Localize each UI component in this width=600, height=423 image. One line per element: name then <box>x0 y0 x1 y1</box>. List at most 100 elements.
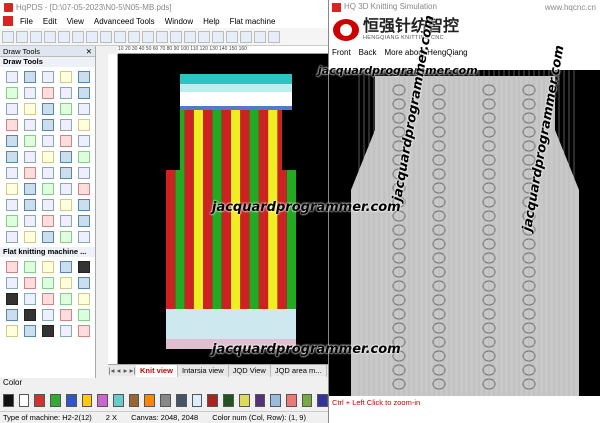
tool-icon[interactable] <box>78 183 90 195</box>
tool-icon[interactable] <box>78 71 90 83</box>
tool-icon[interactable] <box>24 151 36 163</box>
tab-first-icon[interactable]: |◂ <box>108 366 115 375</box>
tool-icon[interactable] <box>60 293 72 305</box>
toolbar-button-icon[interactable] <box>156 30 168 43</box>
color-swatch[interactable] <box>207 393 219 407</box>
tool-icon[interactable] <box>42 119 54 131</box>
tool-icon[interactable] <box>42 151 54 163</box>
tool-icon[interactable] <box>60 215 72 227</box>
tab-intarsia-view[interactable]: Intarsia view <box>178 364 229 377</box>
tool-icon[interactable] <box>24 119 36 131</box>
toolbar-button-icon[interactable] <box>2 30 14 43</box>
tool-icon[interactable] <box>24 87 36 99</box>
menu-help[interactable]: Help <box>198 17 224 26</box>
color-swatch[interactable] <box>50 393 61 407</box>
menu-window[interactable]: Window <box>160 17 198 26</box>
tool-icon[interactable] <box>42 231 54 243</box>
tool-icon[interactable] <box>24 103 36 115</box>
tool-icon[interactable] <box>6 119 18 131</box>
color-swatch[interactable] <box>254 393 266 407</box>
tool-icon[interactable] <box>78 261 90 273</box>
tool-icon[interactable] <box>6 183 18 195</box>
tool-icon[interactable] <box>6 87 18 99</box>
toolbar-button-icon[interactable] <box>16 30 28 43</box>
color-swatch[interactable] <box>160 393 171 407</box>
color-swatch[interactable] <box>223 393 234 407</box>
toolbar-button-icon[interactable] <box>184 30 196 43</box>
tool-icon[interactable] <box>78 309 90 321</box>
toolbar-button-icon[interactable] <box>72 30 84 43</box>
tool-icon[interactable] <box>24 293 36 305</box>
toolbar-button-icon[interactable] <box>58 30 70 43</box>
color-swatch[interactable] <box>144 393 156 407</box>
menu-file[interactable]: File <box>15 17 38 26</box>
color-swatch[interactable] <box>34 393 46 407</box>
tool-icon[interactable] <box>78 293 90 305</box>
tool-icon[interactable] <box>60 119 72 131</box>
menu-advanced-tools[interactable]: Advanceed Tools <box>89 17 160 26</box>
color-swatch[interactable] <box>65 393 77 407</box>
tool-icon[interactable] <box>78 231 90 243</box>
sim-front-button[interactable]: Front <box>332 48 351 57</box>
tool-icon[interactable] <box>42 71 54 83</box>
color-swatch[interactable] <box>317 393 329 407</box>
tool-icon[interactable] <box>42 87 54 99</box>
color-swatch[interactable] <box>81 393 93 407</box>
tool-icon[interactable] <box>6 231 18 243</box>
tool-icon[interactable] <box>78 135 90 147</box>
tool-icon[interactable] <box>42 309 54 321</box>
toolbar-button-icon[interactable] <box>240 30 252 43</box>
tool-icon[interactable] <box>60 87 72 99</box>
toolbar-button-icon[interactable] <box>100 30 112 43</box>
tool-icon[interactable] <box>6 215 18 227</box>
color-swatch[interactable] <box>3 393 14 407</box>
tool-icon[interactable] <box>78 151 90 163</box>
tool-icon[interactable] <box>78 119 90 131</box>
tool-icon[interactable] <box>42 199 54 211</box>
menu-view[interactable]: View <box>62 17 89 26</box>
color-swatch[interactable] <box>97 393 109 407</box>
panel-close-icon[interactable]: ✕ <box>86 46 92 57</box>
tab-next-icon[interactable]: ▸ <box>122 366 129 375</box>
tool-icon[interactable] <box>6 277 18 289</box>
tool-icon[interactable] <box>6 309 18 321</box>
tool-icon[interactable] <box>42 103 54 115</box>
tab-jqd-area[interactable]: JQD area m... <box>271 364 327 377</box>
tool-icon[interactable] <box>60 199 72 211</box>
color-swatch[interactable] <box>191 393 203 407</box>
toolbar-button-icon[interactable] <box>254 30 266 43</box>
tool-icon[interactable] <box>6 293 18 305</box>
color-swatch[interactable] <box>175 393 187 407</box>
tool-icon[interactable] <box>24 199 36 211</box>
tool-icon[interactable] <box>42 293 54 305</box>
tool-icon[interactable] <box>24 135 36 147</box>
tool-icon[interactable] <box>24 71 36 83</box>
toolbar-button-icon[interactable] <box>44 30 56 43</box>
tool-icon[interactable] <box>78 87 90 99</box>
tab-knit-view[interactable]: Knit view <box>136 364 178 377</box>
tool-icon[interactable] <box>60 231 72 243</box>
tool-icon[interactable] <box>78 199 90 211</box>
tool-icon[interactable] <box>42 167 54 179</box>
tool-icon[interactable] <box>78 215 90 227</box>
tool-icon[interactable] <box>60 325 72 337</box>
sim-url[interactable]: www.hqcnc.cn <box>545 3 596 12</box>
tool-icon[interactable] <box>60 167 72 179</box>
toolbar-button-icon[interactable] <box>170 30 182 43</box>
toolbar-button-icon[interactable] <box>114 30 126 43</box>
tool-icon[interactable] <box>42 261 54 273</box>
tool-icon[interactable] <box>24 215 36 227</box>
tool-icon[interactable] <box>24 167 36 179</box>
tool-icon[interactable] <box>24 325 36 337</box>
color-swatch[interactable] <box>301 393 313 407</box>
menu-edit[interactable]: Edit <box>38 17 62 26</box>
tab-prev-icon[interactable]: ◂ <box>115 366 122 375</box>
tool-icon[interactable] <box>42 135 54 147</box>
tool-icon[interactable] <box>24 183 36 195</box>
tool-icon[interactable] <box>60 183 72 195</box>
tool-icon[interactable] <box>60 261 72 273</box>
toolbar-button-icon[interactable] <box>268 30 280 43</box>
tool-icon[interactable] <box>78 103 90 115</box>
tool-icon[interactable] <box>42 183 54 195</box>
tool-icon[interactable] <box>42 215 54 227</box>
